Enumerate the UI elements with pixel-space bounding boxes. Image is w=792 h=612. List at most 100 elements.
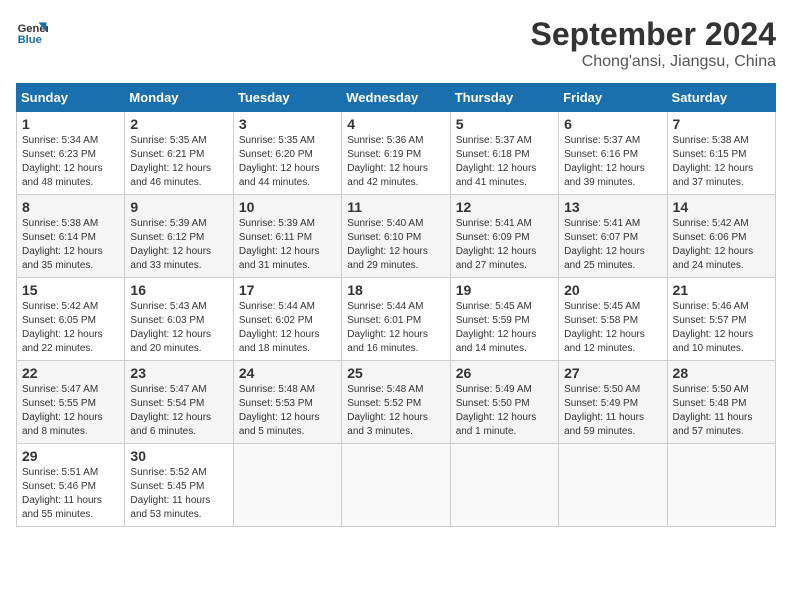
logo: General Blue <box>16 16 48 48</box>
day-info: Sunrise: 5:42 AM Sunset: 6:06 PM Dayligh… <box>673 217 770 273</box>
day-number: 13 <box>564 199 661 215</box>
weekday-header-cell: Tuesday <box>233 84 341 112</box>
calendar-day-cell: 12 Sunrise: 5:41 AM Sunset: 6:09 PM Dayli… <box>450 195 558 278</box>
calendar-day-cell: 8 Sunrise: 5:38 AM Sunset: 6:14 PM Daylig… <box>17 195 125 278</box>
calendar-day-cell <box>233 444 341 527</box>
month-title: September 2024 <box>531 16 776 53</box>
day-number: 14 <box>673 199 770 215</box>
day-info: Sunrise: 5:51 AM Sunset: 5:46 PM Dayligh… <box>22 466 119 522</box>
calendar-day-cell: 20 Sunrise: 5:45 AM Sunset: 5:58 PM Dayli… <box>559 278 667 361</box>
day-number: 12 <box>456 199 553 215</box>
calendar-day-cell: 29 Sunrise: 5:51 AM Sunset: 5:46 PM Dayli… <box>17 444 125 527</box>
calendar-table: SundayMondayTuesdayWednesdayThursdayFrid… <box>16 83 776 527</box>
calendar-week-row: 29 Sunrise: 5:51 AM Sunset: 5:46 PM Dayli… <box>17 444 776 527</box>
calendar-day-cell: 24 Sunrise: 5:48 AM Sunset: 5:53 PM Dayli… <box>233 361 341 444</box>
day-info: Sunrise: 5:38 AM Sunset: 6:14 PM Dayligh… <box>22 217 119 273</box>
day-number: 1 <box>22 116 119 132</box>
day-number: 10 <box>239 199 336 215</box>
day-number: 25 <box>347 365 444 381</box>
day-info: Sunrise: 5:50 AM Sunset: 5:48 PM Dayligh… <box>673 383 770 439</box>
calendar-week-row: 1 Sunrise: 5:34 AM Sunset: 6:23 PM Daylig… <box>17 112 776 195</box>
day-info: Sunrise: 5:48 AM Sunset: 5:52 PM Dayligh… <box>347 383 444 439</box>
calendar-day-cell <box>450 444 558 527</box>
calendar-day-cell: 25 Sunrise: 5:48 AM Sunset: 5:52 PM Dayli… <box>342 361 450 444</box>
calendar-week-row: 8 Sunrise: 5:38 AM Sunset: 6:14 PM Daylig… <box>17 195 776 278</box>
day-number: 24 <box>239 365 336 381</box>
svg-text:Blue: Blue <box>18 34 42 46</box>
calendar-day-cell: 9 Sunrise: 5:39 AM Sunset: 6:12 PM Daylig… <box>125 195 233 278</box>
day-info: Sunrise: 5:50 AM Sunset: 5:49 PM Dayligh… <box>564 383 661 439</box>
day-number: 8 <box>22 199 119 215</box>
calendar-day-cell: 15Sunrise: 5:42 AM Sunset: 6:05 PM Dayli… <box>17 278 125 361</box>
weekday-header-cell: Saturday <box>667 84 775 112</box>
day-number: 27 <box>564 365 661 381</box>
header: General Blue September 2024 Chong'ansi, … <box>16 16 776 71</box>
calendar-day-cell: 11Sunrise: 5:40 AM Sunset: 6:10 PM Dayli… <box>342 195 450 278</box>
day-info: Sunrise: 5:48 AM Sunset: 5:53 PM Dayligh… <box>239 383 336 439</box>
title-area: September 2024 Chong'ansi, Jiangsu, Chin… <box>531 16 776 71</box>
day-number: 26 <box>456 365 553 381</box>
day-number: 30 <box>130 448 227 464</box>
weekday-header-cell: Sunday <box>17 84 125 112</box>
calendar-day-cell: 3 Sunrise: 5:35 AM Sunset: 6:20 PM Daylig… <box>233 112 341 195</box>
calendar-body: 1 Sunrise: 5:34 AM Sunset: 6:23 PM Daylig… <box>17 112 776 527</box>
day-info: Sunrise: 5:37 AM Sunset: 6:16 PM Dayligh… <box>564 134 661 190</box>
day-number: 4 <box>347 116 444 132</box>
day-number: 29 <box>22 448 119 464</box>
calendar-day-cell <box>559 444 667 527</box>
day-info: Sunrise: 5:35 AM Sunset: 6:21 PM Dayligh… <box>130 134 227 190</box>
weekday-header-cell: Wednesday <box>342 84 450 112</box>
day-number: 11 <box>347 199 444 215</box>
day-info: Sunrise: 5:34 AM Sunset: 6:23 PM Dayligh… <box>22 134 119 190</box>
logo-icon: General Blue <box>16 16 48 48</box>
day-info: Sunrise: 5:44 AM Sunset: 6:01 PM Dayligh… <box>347 300 444 356</box>
weekday-header-row: SundayMondayTuesdayWednesdayThursdayFrid… <box>17 84 776 112</box>
day-info: Sunrise: 5:47 AM Sunset: 5:54 PM Dayligh… <box>130 383 227 439</box>
calendar-week-row: 15Sunrise: 5:42 AM Sunset: 6:05 PM Dayli… <box>17 278 776 361</box>
calendar-day-cell: 16 Sunrise: 5:43 AM Sunset: 6:03 PM Dayli… <box>125 278 233 361</box>
day-number: 17 <box>239 282 336 298</box>
calendar-day-cell: 21Sunrise: 5:46 AM Sunset: 5:57 PM Dayli… <box>667 278 775 361</box>
location-title: Chong'ansi, Jiangsu, China <box>531 53 776 71</box>
day-number: 22 <box>22 365 119 381</box>
day-number: 5 <box>456 116 553 132</box>
day-number: 9 <box>130 199 227 215</box>
calendar-day-cell: 19 Sunrise: 5:45 AM Sunset: 5:59 PM Dayli… <box>450 278 558 361</box>
day-info: Sunrise: 5:47 AM Sunset: 5:55 PM Dayligh… <box>22 383 119 439</box>
calendar-day-cell: 1 Sunrise: 5:34 AM Sunset: 6:23 PM Daylig… <box>17 112 125 195</box>
day-number: 19 <box>456 282 553 298</box>
day-number: 2 <box>130 116 227 132</box>
day-info: Sunrise: 5:45 AM Sunset: 5:58 PM Dayligh… <box>564 300 661 356</box>
day-info: Sunrise: 5:52 AM Sunset: 5:45 PM Dayligh… <box>130 466 227 522</box>
day-info: Sunrise: 5:36 AM Sunset: 6:19 PM Dayligh… <box>347 134 444 190</box>
day-info: Sunrise: 5:43 AM Sunset: 6:03 PM Dayligh… <box>130 300 227 356</box>
calendar-day-cell: 10 Sunrise: 5:39 AM Sunset: 6:11 PM Dayli… <box>233 195 341 278</box>
day-info: Sunrise: 5:44 AM Sunset: 6:02 PM Dayligh… <box>239 300 336 356</box>
calendar-day-cell: 23 Sunrise: 5:47 AM Sunset: 5:54 PM Dayli… <box>125 361 233 444</box>
calendar-day-cell: 18Sunrise: 5:44 AM Sunset: 6:01 PM Dayli… <box>342 278 450 361</box>
day-info: Sunrise: 5:45 AM Sunset: 5:59 PM Dayligh… <box>456 300 553 356</box>
calendar-day-cell: 13 Sunrise: 5:41 AM Sunset: 6:07 PM Dayli… <box>559 195 667 278</box>
calendar-day-cell: 6 Sunrise: 5:37 AM Sunset: 6:16 PM Daylig… <box>559 112 667 195</box>
day-info: Sunrise: 5:37 AM Sunset: 6:18 PM Dayligh… <box>456 134 553 190</box>
day-number: 3 <box>239 116 336 132</box>
day-info: Sunrise: 5:39 AM Sunset: 6:12 PM Dayligh… <box>130 217 227 273</box>
day-number: 20 <box>564 282 661 298</box>
calendar-day-cell: 17 Sunrise: 5:44 AM Sunset: 6:02 PM Dayli… <box>233 278 341 361</box>
day-info: Sunrise: 5:38 AM Sunset: 6:15 PM Dayligh… <box>673 134 770 190</box>
day-number: 6 <box>564 116 661 132</box>
calendar-day-cell: 2 Sunrise: 5:35 AM Sunset: 6:21 PM Daylig… <box>125 112 233 195</box>
day-info: Sunrise: 5:35 AM Sunset: 6:20 PM Dayligh… <box>239 134 336 190</box>
day-number: 23 <box>130 365 227 381</box>
day-info: Sunrise: 5:41 AM Sunset: 6:07 PM Dayligh… <box>564 217 661 273</box>
calendar-day-cell: 14 Sunrise: 5:42 AM Sunset: 6:06 PM Dayli… <box>667 195 775 278</box>
day-number: 16 <box>130 282 227 298</box>
day-info: Sunrise: 5:39 AM Sunset: 6:11 PM Dayligh… <box>239 217 336 273</box>
day-info: Sunrise: 5:46 AM Sunset: 5:57 PM Dayligh… <box>673 300 770 356</box>
weekday-header-cell: Thursday <box>450 84 558 112</box>
calendar-day-cell: 28Sunrise: 5:50 AM Sunset: 5:48 PM Dayli… <box>667 361 775 444</box>
calendar-day-cell: 4 Sunrise: 5:36 AM Sunset: 6:19 PM Daylig… <box>342 112 450 195</box>
calendar-day-cell: 26Sunrise: 5:49 AM Sunset: 5:50 PM Dayli… <box>450 361 558 444</box>
day-info: Sunrise: 5:42 AM Sunset: 6:05 PM Dayligh… <box>22 300 119 356</box>
day-info: Sunrise: 5:41 AM Sunset: 6:09 PM Dayligh… <box>456 217 553 273</box>
